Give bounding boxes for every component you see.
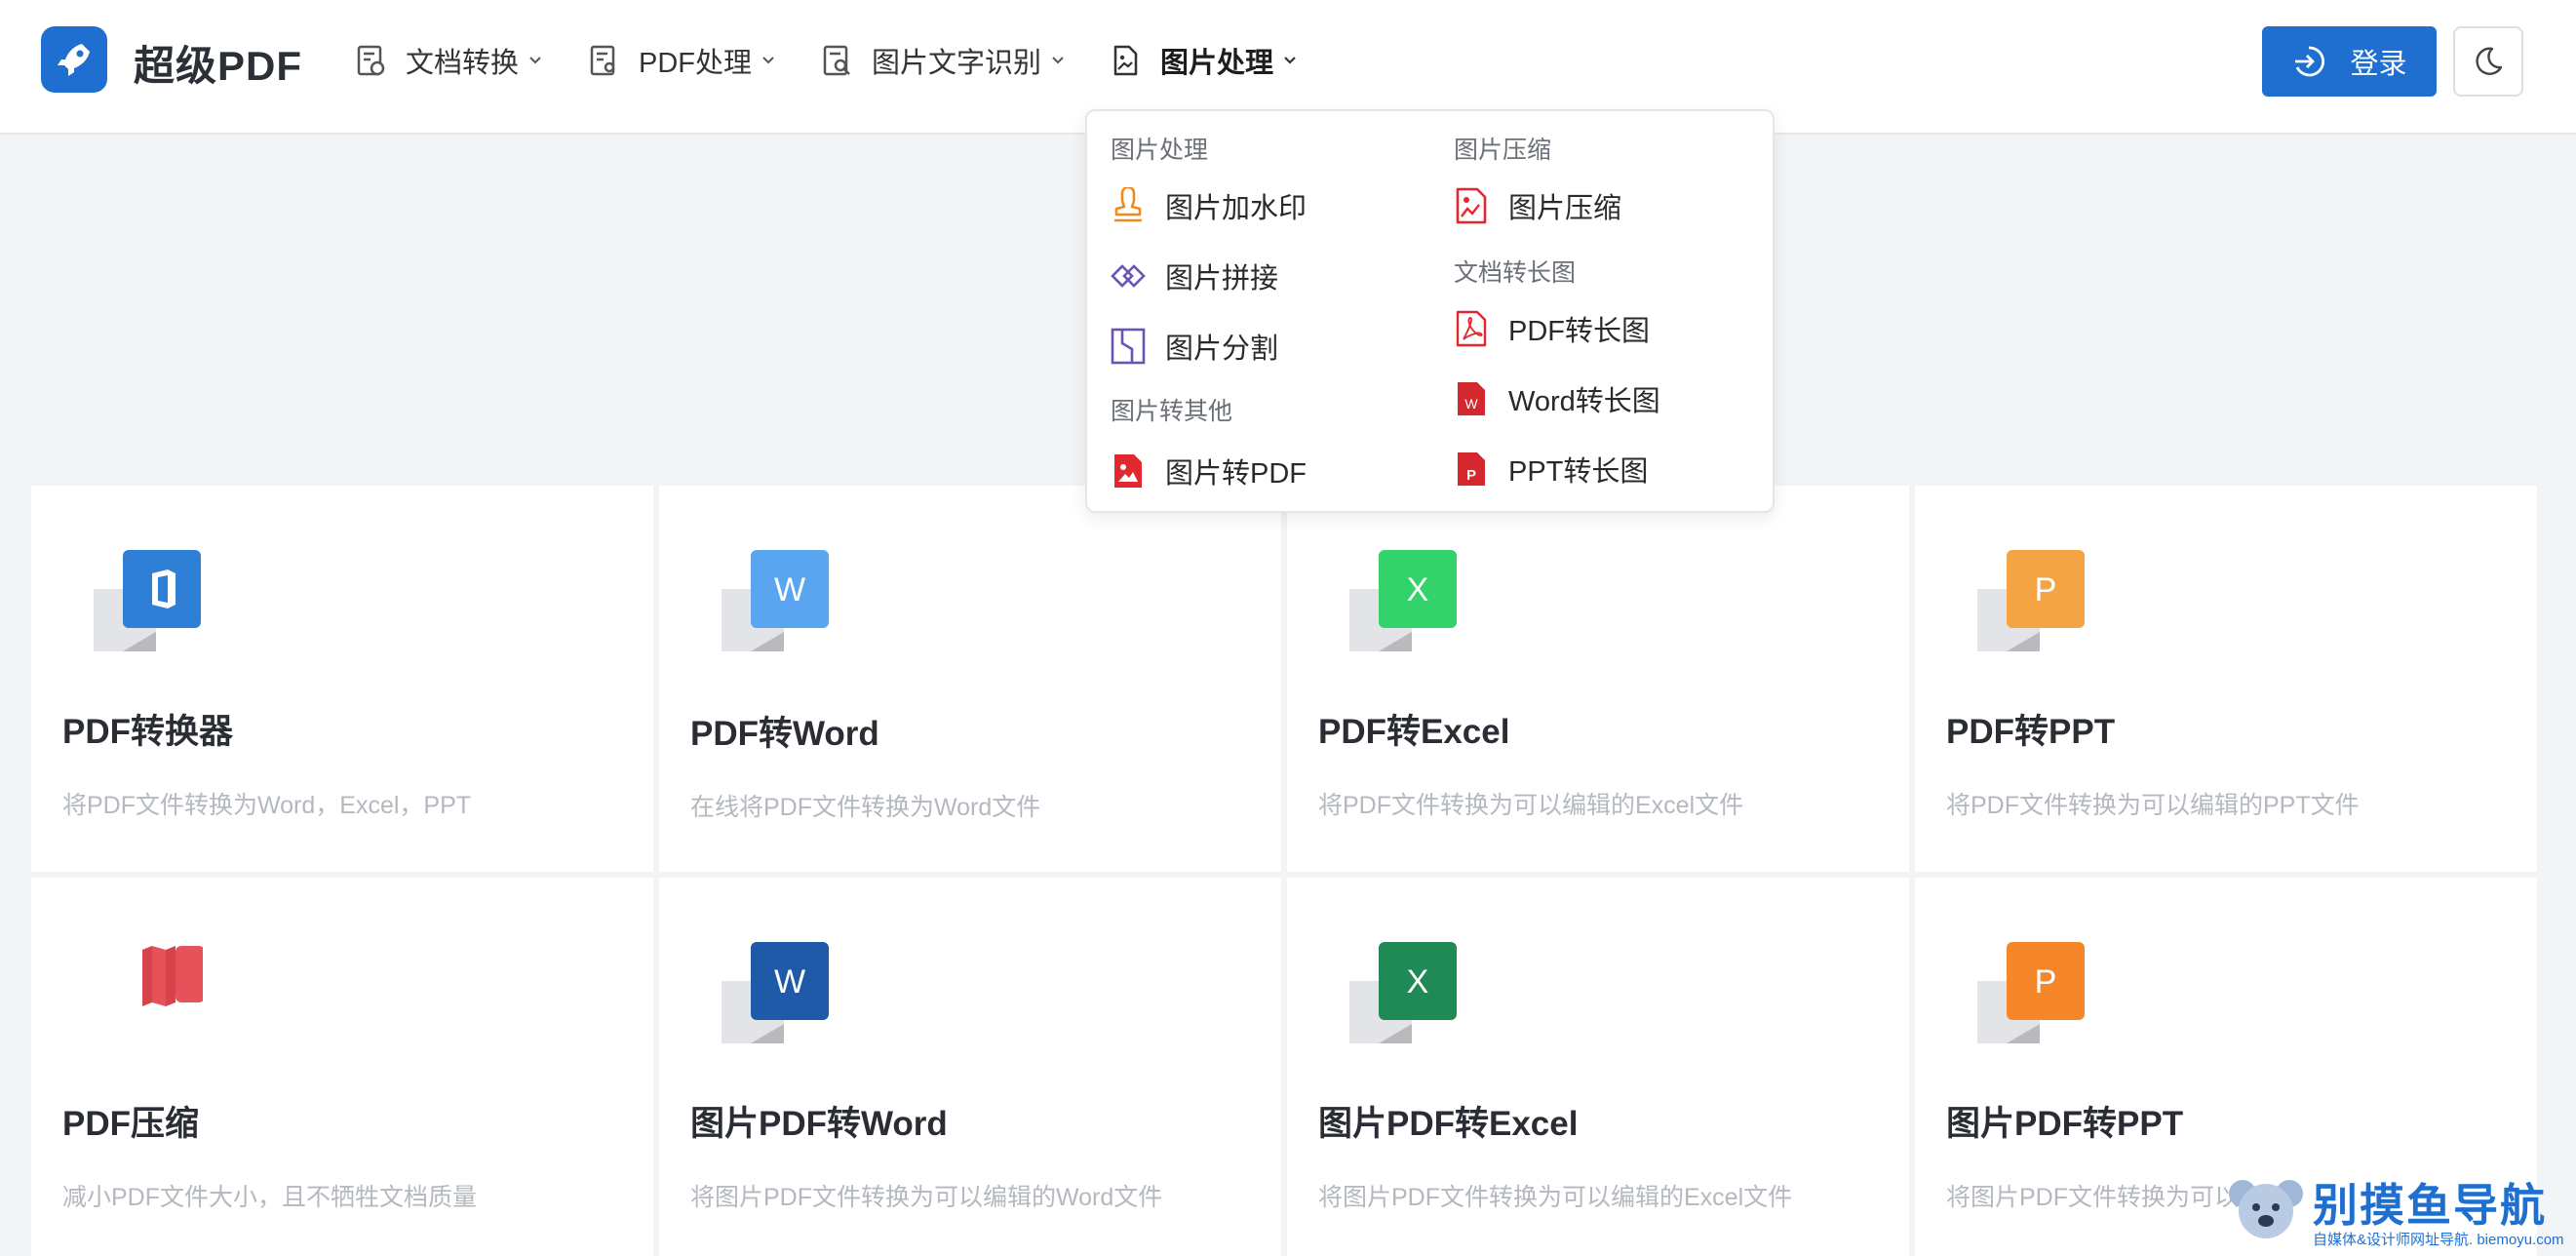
card-title: 图片PDF转Excel: [1318, 1105, 1579, 1143]
stitch-icon: [1111, 264, 1146, 288]
nav-ocr-label: 图片文字识别: [872, 48, 1042, 79]
menu-item-label: 图片压缩: [1508, 193, 1622, 224]
image-file-icon: [1113, 45, 1138, 76]
stamp-icon: [1114, 187, 1142, 222]
menu-item-pdf-to-long[interactable]: PDF转长图: [1454, 308, 1650, 349]
office-icon: [94, 550, 203, 655]
excel-letter: X: [1407, 963, 1429, 1001]
pdf-file-icon: [1456, 310, 1487, 347]
menu-item-stitch[interactable]: 图片拼接: [1111, 255, 1278, 296]
menu-item-split[interactable]: 图片分割: [1111, 326, 1278, 367]
image-process-dropdown: 图片处理 图片加水印 图片拼接 图片分割 图片转其他 图片转PDF 图片压缩 图…: [1085, 109, 1775, 513]
image-compress-icon: [1456, 187, 1487, 224]
group-image-to-other: 图片转其他: [1111, 398, 1233, 425]
ppt-letter: P: [2035, 963, 2057, 1001]
ppt-icon: P: [1977, 550, 2087, 655]
login-button[interactable]: 登录: [2262, 26, 2437, 97]
card-title: PDF压缩: [62, 1105, 200, 1143]
card-description: 将图片PDF文件转换为可以编辑的Excel文件: [1318, 1184, 1793, 1211]
watermark-text: 别摸鱼导航: [2313, 1180, 2547, 1231]
ocr-search-icon: [823, 45, 850, 76]
menu-item-label: 图片分割: [1165, 334, 1279, 365]
login-icon: [2295, 46, 2325, 77]
menu-item-image-to-pdf[interactable]: 图片转PDF: [1111, 451, 1307, 491]
nav-image-process[interactable]: 图片处理: [1108, 39, 1299, 82]
menu-item-label: PPT转长图: [1508, 456, 1649, 488]
excel-icon: X: [1349, 550, 1459, 655]
pdf-process-icon: [590, 45, 615, 76]
ppt-file-icon: P: [1458, 452, 1485, 486]
card-pdf-to-ppt[interactable]: P PDF转PPT 将PDF文件转换为可以编辑的PPT文件: [1915, 486, 2537, 872]
app-logo[interactable]: [41, 26, 107, 93]
card-description: 将PDF文件转换为Word，Excel，PPT: [62, 792, 472, 819]
card-title: PDF转PPT: [1946, 713, 2116, 751]
menu-item-word-to-long[interactable]: W Word转长图: [1454, 378, 1660, 419]
chevron-down-icon: [529, 57, 541, 64]
menu-item-compress[interactable]: 图片压缩: [1454, 185, 1621, 226]
card-description: 将图片PDF文件转换为可以: [1946, 1184, 2240, 1211]
ppt-letter: P: [2035, 571, 2057, 608]
card-image-pdf-to-excel[interactable]: X 图片PDF转Excel 将图片PDF文件转换为可以编辑的Excel文件: [1287, 878, 1909, 1256]
chevron-down-icon: [1052, 57, 1064, 64]
nav-image-process-label: 图片处理: [1160, 48, 1274, 79]
svg-text:P: P: [1466, 467, 1476, 484]
group-image-compress: 图片压缩: [1454, 137, 1552, 164]
menu-item-label: 图片拼接: [1165, 263, 1279, 294]
brand-name[interactable]: 超级PDF: [134, 33, 302, 93]
document-convert-icon: [357, 45, 385, 76]
nav-doc-convert-label: 文档转换: [406, 48, 520, 79]
chevron-down-icon: [762, 57, 774, 64]
card-title: PDF转换器: [62, 713, 234, 751]
card-pdf-to-excel[interactable]: X PDF转Excel 将PDF文件转换为可以编辑的Excel文件: [1287, 486, 1909, 872]
card-title: PDF转Excel: [1318, 713, 1510, 751]
group-doc-to-long: 文档转长图: [1454, 259, 1577, 287]
excel-icon: X: [1349, 942, 1459, 1047]
word-letter: W: [774, 571, 805, 608]
nav-doc-convert[interactable]: 文档转换: [353, 39, 544, 82]
word-icon: W: [722, 550, 831, 655]
koala-logo-icon: [2229, 1180, 2303, 1238]
compress-icon: [94, 942, 205, 1047]
card-description: 在线将PDF文件转换为Word文件: [690, 794, 1041, 821]
card-description: 减小PDF文件大小，且不牺牲文档质量: [62, 1184, 478, 1211]
word-icon: W: [722, 942, 831, 1047]
theme-toggle-button[interactable]: [2453, 26, 2523, 97]
word-letter: W: [774, 963, 805, 1001]
card-pdf-converter[interactable]: PDF转换器 将PDF文件转换为Word，Excel，PPT: [31, 486, 653, 872]
chevron-down-icon: [1284, 57, 1296, 64]
menu-item-ppt-to-long[interactable]: P PPT转长图: [1454, 449, 1648, 490]
split-icon: [1111, 328, 1146, 365]
site-watermark: 别摸鱼导航 自媒体&设计师网址导航. biemoyu.com: [2225, 1168, 2566, 1250]
login-label: 登录: [2350, 49, 2407, 80]
card-pdf-compress[interactable]: PDF压缩 减小PDF文件大小，且不牺牲文档质量: [31, 878, 653, 1256]
menu-item-label: PDF转长图: [1508, 316, 1651, 347]
card-description: 将PDF文件转换为可以编辑的Excel文件: [1318, 792, 1744, 819]
menu-item-label: Word转长图: [1508, 386, 1660, 417]
watermark-subtext: 自媒体&设计师网址导航. biemoyu.com: [2313, 1232, 2564, 1248]
menu-item-label: 图片加水印: [1165, 193, 1308, 224]
card-title: 图片PDF转Word: [690, 1105, 948, 1143]
card-title: 图片PDF转PPT: [1946, 1105, 2184, 1143]
nav-ocr[interactable]: 图片文字识别: [819, 39, 1067, 82]
menu-item-add-watermark[interactable]: 图片加水印: [1111, 185, 1307, 226]
rocket-icon: [58, 44, 90, 76]
nav-pdf-process[interactable]: PDF处理: [586, 39, 777, 82]
menu-item-label: 图片转PDF: [1165, 458, 1308, 490]
excel-letter: X: [1407, 571, 1429, 608]
card-description: 将图片PDF文件转换为可以编辑的Word文件: [690, 1184, 1163, 1211]
image-pdf-icon: [1114, 454, 1142, 488]
word-file-icon: W: [1458, 382, 1485, 415]
moon-icon: [2476, 47, 2503, 75]
ppt-icon: P: [1977, 942, 2087, 1047]
svg-text:W: W: [1464, 396, 1478, 412]
card-description: 将PDF文件转换为可以编辑的PPT文件: [1946, 792, 2360, 819]
group-image-processing: 图片处理: [1111, 137, 1209, 164]
nav-pdf-process-label: PDF处理: [639, 48, 753, 79]
card-title: PDF转Word: [690, 715, 879, 753]
card-image-pdf-to-word[interactable]: W 图片PDF转Word 将图片PDF文件转换为可以编辑的Word文件: [659, 878, 1281, 1256]
card-pdf-to-word[interactable]: W PDF转Word 在线将PDF文件转换为Word文件: [659, 486, 1281, 872]
